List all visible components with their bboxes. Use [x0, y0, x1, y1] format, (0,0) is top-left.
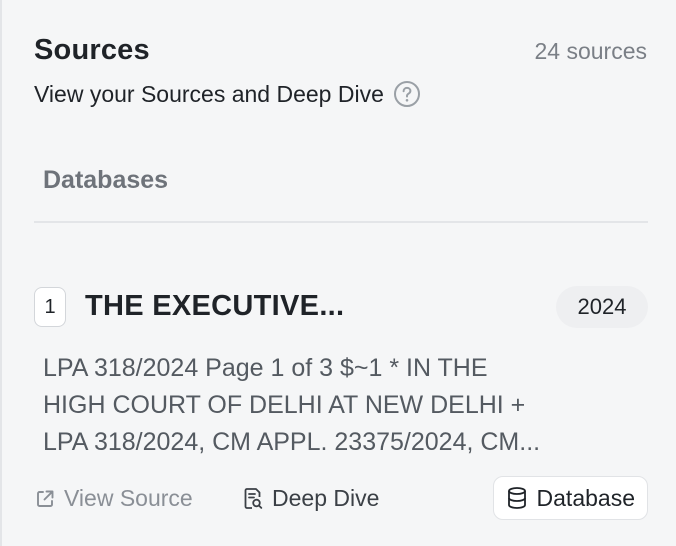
source-index-badge: 1	[34, 287, 66, 327]
external-link-icon	[34, 488, 56, 510]
view-source-button[interactable]: View Source	[34, 485, 193, 512]
subtitle-text: View your Sources and Deep Dive	[34, 80, 384, 107]
snippet-line: LPA 318/2024, CM APPL. 23375/2024, CM...	[43, 428, 541, 456]
deep-dive-label: Deep Dive	[272, 485, 380, 511]
database-icon	[506, 486, 528, 510]
source-snippet: LPA 318/2024 Page 1 of 3 $~1 * IN THE HI…	[43, 350, 643, 461]
view-source-label: View Source	[64, 485, 193, 511]
source-title[interactable]: THE EXECUTIVE...	[85, 290, 344, 323]
snippet-line: HIGH COURT OF DELHI AT NEW DELHI +	[43, 391, 526, 419]
source-actions: View Source Deep Dive Database	[34, 476, 648, 520]
snippet-line: LPA 318/2024 Page 1 of 3 $~1 * IN THE	[43, 354, 488, 382]
question-circle-icon[interactable]	[393, 80, 421, 108]
source-count: 24 sources	[534, 38, 647, 64]
sources-panel: Sources 24 sources View your Sources and…	[0, 0, 676, 546]
section-label-databases: Databases	[43, 166, 169, 194]
document-search-icon	[242, 487, 264, 511]
section-divider	[34, 221, 648, 223]
panel-subtitle: View your Sources and Deep Dive	[34, 80, 421, 108]
database-type-label: Database	[536, 484, 635, 511]
database-type-chip: Database	[492, 476, 648, 520]
deep-dive-button[interactable]: Deep Dive	[242, 485, 379, 512]
year-badge: 2024	[556, 286, 648, 328]
panel-title: Sources	[34, 34, 150, 66]
